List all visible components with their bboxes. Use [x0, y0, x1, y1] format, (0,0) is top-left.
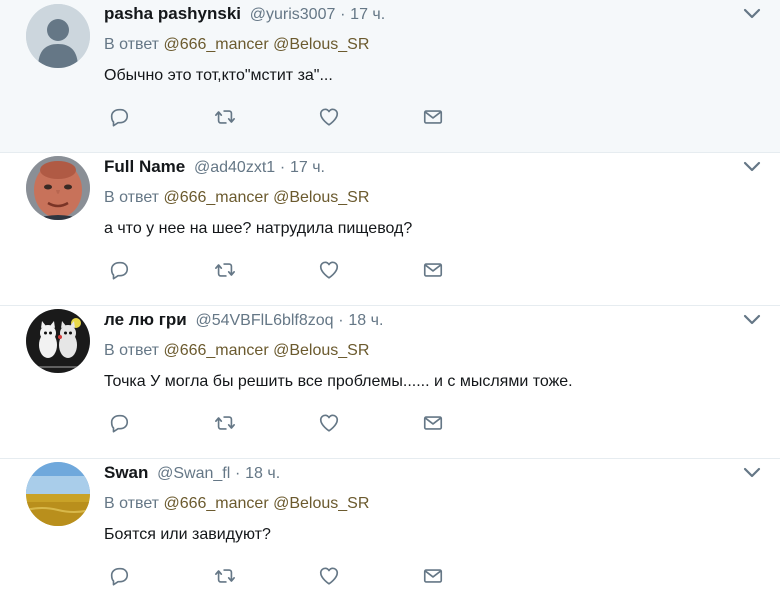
- retweet-icon: [215, 569, 235, 583]
- user-handle[interactable]: @54VBFlL6blf8zoq: [195, 312, 333, 329]
- like-button[interactable]: [314, 253, 344, 287]
- mention-link[interactable]: @666_mancer: [163, 189, 268, 206]
- tweet-text: Боятся или завидуют?: [104, 526, 271, 543]
- face-photo-avatar: [26, 156, 90, 220]
- replying-prefix: В ответ: [104, 36, 160, 53]
- avatar[interactable]: [26, 156, 90, 220]
- envelope-icon: [423, 569, 443, 583]
- chevron-down-icon: [743, 8, 761, 19]
- retweet-icon: [215, 416, 235, 430]
- tweet-header: Full Name @ad40zxt1 · 17 ч.: [104, 153, 740, 181]
- mention-link[interactable]: @Belous_SR: [273, 342, 369, 359]
- user-fullname[interactable]: ле лю гри: [104, 310, 187, 329]
- replying-prefix: В ответ: [104, 342, 160, 359]
- envelope-icon: [423, 263, 443, 277]
- separator-dot: ·: [338, 312, 344, 329]
- wheat-field-avatar: [26, 462, 90, 526]
- direct-message-button[interactable]: [418, 559, 448, 593]
- reply-button[interactable]: [104, 406, 134, 440]
- tweet-menu-button[interactable]: [742, 312, 762, 328]
- heart-icon: [319, 108, 339, 126]
- user-handle[interactable]: @ad40zxt1: [194, 159, 275, 176]
- separator-dot: ·: [235, 465, 241, 482]
- like-button[interactable]: [314, 100, 344, 134]
- tweet-timestamp[interactable]: 18 ч.: [245, 465, 280, 482]
- reply-button[interactable]: [104, 253, 134, 287]
- chevron-down-icon: [743, 467, 761, 478]
- mention-link[interactable]: @Belous_SR: [273, 36, 369, 53]
- user-fullname[interactable]: pasha pashynski: [104, 4, 241, 23]
- chevron-down-icon: [743, 314, 761, 325]
- tweet-menu-button[interactable]: [742, 465, 762, 481]
- mention-link[interactable]: @666_mancer: [163, 36, 268, 53]
- envelope-icon: [423, 110, 443, 124]
- replying-to: В ответ @666_mancer @Belous_SR: [104, 337, 740, 365]
- retweet-button[interactable]: [210, 253, 240, 287]
- mention-link[interactable]: @666_mancer: [163, 495, 268, 512]
- user-handle[interactable]: @yuris3007: [250, 6, 336, 23]
- retweet-button[interactable]: [210, 559, 240, 593]
- replying-to: В ответ @666_mancer @Belous_SR: [104, 31, 740, 59]
- tweet-item[interactable]: ле лю гри @54VBFlL6blf8zoq · 18 ч. В отв…: [0, 306, 780, 459]
- heart-icon: [319, 567, 339, 585]
- user-handle[interactable]: @Swan_fl: [157, 465, 230, 482]
- tweet-item[interactable]: Full Name @ad40zxt1 · 17 ч. В ответ @666…: [0, 153, 780, 306]
- reply-icon: [110, 261, 129, 280]
- replying-prefix: В ответ: [104, 189, 160, 206]
- user-fullname[interactable]: Swan: [104, 463, 148, 482]
- tweet-header: ле лю гри @54VBFlL6blf8zoq · 18 ч.: [104, 306, 740, 334]
- tweet-menu-button[interactable]: [742, 6, 762, 22]
- tweet-content: Swan @Swan_fl · 18 ч. В ответ @666_mance…: [104, 459, 740, 549]
- tweet-header: pasha pashynski @yuris3007 · 17 ч.: [104, 0, 740, 28]
- tweet-header: Swan @Swan_fl · 18 ч.: [104, 459, 740, 487]
- like-button[interactable]: [314, 559, 344, 593]
- reply-button[interactable]: [104, 559, 134, 593]
- mention-link[interactable]: @Belous_SR: [273, 495, 369, 512]
- heart-icon: [319, 414, 339, 432]
- cartoon-cats-avatar: [26, 309, 90, 373]
- separator-dot: ·: [340, 6, 346, 23]
- direct-message-button[interactable]: [418, 100, 448, 134]
- tweet-menu-button[interactable]: [742, 159, 762, 175]
- tweet-text: Точка У могла бы решить все проблемы....…: [104, 373, 573, 390]
- separator-dot: ·: [279, 159, 286, 176]
- tweet-content: Full Name @ad40zxt1 · 17 ч. В ответ @666…: [104, 153, 740, 243]
- reply-icon: [110, 567, 129, 586]
- tweet-content: pasha pashynski @yuris3007 · 17 ч. В отв…: [104, 0, 740, 90]
- like-button[interactable]: [314, 406, 344, 440]
- reply-icon: [110, 414, 129, 433]
- tweet-content: ле лю гри @54VBFlL6blf8zoq · 18 ч. В отв…: [104, 306, 740, 396]
- default-avatar-icon: [26, 4, 90, 68]
- tweet-feed: pasha pashynski @yuris3007 · 17 ч. В отв…: [0, 0, 780, 596]
- chevron-down-icon: [743, 161, 761, 172]
- replying-to: В ответ @666_mancer @Belous_SR: [104, 490, 740, 518]
- replying-to: В ответ @666_mancer @Belous_SR: [104, 184, 740, 212]
- retweet-button[interactable]: [210, 100, 240, 134]
- mention-link[interactable]: @Belous_SR: [273, 189, 369, 206]
- reply-button[interactable]: [104, 100, 134, 134]
- direct-message-button[interactable]: [418, 253, 448, 287]
- tweet-item[interactable]: pasha pashynski @yuris3007 · 17 ч. В отв…: [0, 0, 780, 153]
- retweet-icon: [215, 110, 235, 124]
- retweet-button[interactable]: [210, 406, 240, 440]
- user-fullname[interactable]: Full Name: [104, 157, 185, 176]
- direct-message-button[interactable]: [418, 406, 448, 440]
- envelope-icon: [423, 416, 443, 430]
- tweet-text: Обычно это тот,кто"мстит за"...: [104, 67, 333, 84]
- tweet-item[interactable]: Swan @Swan_fl · 18 ч. В ответ @666_mance…: [0, 459, 780, 596]
- heart-icon: [319, 261, 339, 279]
- tweet-timestamp[interactable]: 18 ч.: [348, 312, 383, 329]
- tweet-timestamp[interactable]: 17 ч.: [350, 6, 385, 23]
- replying-prefix: В ответ: [104, 495, 160, 512]
- tweet-timestamp[interactable]: 17 ч.: [290, 159, 325, 176]
- reply-icon: [110, 108, 129, 127]
- retweet-icon: [215, 263, 235, 277]
- tweet-text: а что у нее на шее? натрудила пищевод?: [104, 220, 413, 237]
- avatar[interactable]: [26, 309, 90, 373]
- mention-link[interactable]: @666_mancer: [163, 342, 268, 359]
- avatar[interactable]: [26, 462, 90, 526]
- avatar[interactable]: [26, 4, 90, 68]
